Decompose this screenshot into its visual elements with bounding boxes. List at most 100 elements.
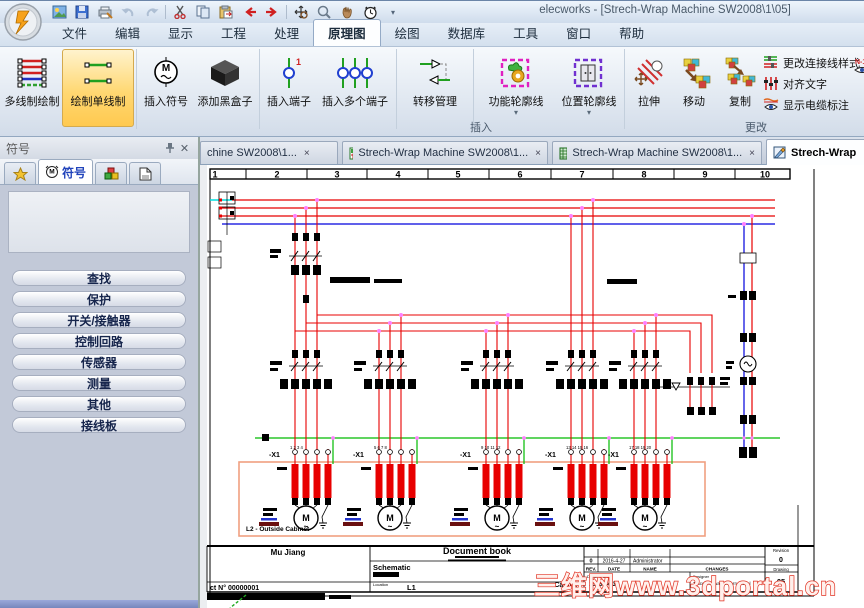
svg-text:-X1: -X1	[269, 452, 280, 459]
svg-text:N-1: N-1	[855, 59, 864, 66]
tab-favorites[interactable]	[4, 162, 36, 184]
singleline-draw-button[interactable]: 绘制单线制	[62, 49, 134, 127]
svg-text:Revision: Revision	[773, 548, 790, 553]
close-tab-icon[interactable]: ×	[304, 148, 310, 159]
doc-tab-1[interactable]: chine SW2008\1... ×	[200, 141, 338, 164]
forward-icon[interactable]	[263, 4, 281, 21]
svg-text:Location: Location	[373, 582, 388, 587]
tab-symbols[interactable]: M 符号	[38, 159, 94, 184]
menu-draw[interactable]: 绘图	[381, 20, 434, 46]
menu-schematic[interactable]: 原理图	[313, 19, 381, 46]
menu-file[interactable]: 文件	[48, 20, 101, 46]
function-outline-button[interactable]: 功能轮廓线 ▾	[476, 49, 556, 127]
print-icon[interactable]	[96, 4, 114, 21]
back-icon[interactable]	[240, 4, 258, 21]
move-button[interactable]: 移动	[671, 49, 717, 127]
menu-database[interactable]: 数据库	[434, 20, 500, 46]
clipped-ribbon-button[interactable]: N-1	[853, 56, 864, 116]
transfer-manage-button[interactable]: 转移管理	[399, 49, 471, 127]
black-box-icon	[207, 53, 243, 93]
svg-text:Administrator: Administrator	[633, 559, 663, 565]
close-panel-icon[interactable]: ✕	[177, 141, 192, 156]
terminal-icon: 1	[274, 53, 304, 93]
image-icon[interactable]	[50, 4, 68, 21]
menu-help[interactable]: 帮助	[605, 20, 658, 46]
menu-project[interactable]: 工程	[207, 20, 260, 46]
menu-window[interactable]: 窗口	[552, 20, 605, 46]
close-tab-icon[interactable]: ×	[535, 148, 541, 159]
tab-components[interactable]	[95, 162, 128, 184]
svg-text:Mu Jiang: Mu Jiang	[271, 548, 306, 557]
insert-terminal-button[interactable]: 1 插入端子	[262, 49, 316, 127]
timer-icon[interactable]	[361, 4, 379, 21]
svg-text:4: 4	[395, 170, 400, 180]
cut-icon[interactable]	[171, 4, 189, 21]
multiline-draw-button[interactable]: 多线制绘制	[2, 49, 62, 127]
doc-tab-3[interactable]: Strech-Wrap Machine SW2008\1... ×	[552, 141, 762, 164]
svg-text:M: M	[49, 169, 54, 176]
document-tab-bar: chine SW2008\1... × Strech-Wrap Machine …	[200, 137, 864, 165]
close-tab-icon[interactable]: ×	[749, 148, 755, 159]
svg-text:7: 7	[579, 170, 584, 180]
drawing-doc-icon	[773, 146, 786, 159]
category-control-circuit[interactable]: 控制回路	[12, 333, 186, 349]
ribbon-separator	[136, 49, 137, 129]
svg-text:3: 3	[334, 170, 339, 180]
copy-button[interactable]: 复制	[717, 49, 763, 127]
svg-text:-X1: -X1	[608, 452, 619, 459]
paste-icon[interactable]	[217, 4, 235, 21]
add-blackbox-button[interactable]: 添加黑盒子	[193, 49, 257, 127]
category-switch-contactor[interactable]: 开关/接触器	[12, 312, 186, 328]
show-cable-mark-button[interactable]: 显示电缆标注	[763, 96, 864, 113]
panel-bottom-strip	[0, 600, 198, 608]
menu-process[interactable]: 处理	[260, 20, 313, 46]
doc-tab-2[interactable]: Strech-Wrap Machine SW2008\1... ×	[342, 141, 548, 164]
function-outline-icon	[497, 53, 535, 93]
save-icon[interactable]	[73, 4, 91, 21]
svg-text:5: 5	[455, 170, 460, 180]
svg-text:6: 6	[517, 170, 522, 180]
svg-text:0: 0	[779, 557, 783, 564]
zoom-icon[interactable]	[315, 4, 333, 21]
symbol-panel: 符号 ✕ M 符号 查找 保护 开关/接触器 控制回路 传感器 测量 其他 接线…	[0, 137, 200, 608]
hand-icon[interactable]	[338, 4, 356, 21]
modify-small-buttons: 更改连接线样式 对齐文字 显示电缆标注	[763, 49, 864, 113]
category-other[interactable]: 其他	[12, 396, 186, 412]
menu-view[interactable]: 显示	[154, 20, 207, 46]
location-outline-button[interactable]: 位置轮廓线 ▾	[556, 49, 622, 127]
doc-tab-4-active[interactable]: Strech-Wrap	[766, 139, 864, 165]
svg-text:Schematic: Schematic	[373, 563, 411, 572]
menu-edit[interactable]: 编辑	[101, 20, 154, 46]
menu-tools[interactable]: 工具	[499, 20, 552, 46]
symbol-preview-box	[8, 191, 190, 253]
category-protection[interactable]: 保护	[12, 291, 186, 307]
change-wire-style-button[interactable]: 更改连接线样式	[763, 54, 864, 71]
svg-text:-X1: -X1	[460, 452, 471, 459]
app-logo-button[interactable]	[3, 2, 43, 42]
stretch-button[interactable]: 拉伸	[627, 49, 671, 127]
watermark: 三维网www.3dportal.cn	[534, 571, 837, 601]
dropdown-arrow-icon[interactable]: ▾	[587, 109, 591, 117]
undo-icon[interactable]	[119, 4, 137, 21]
menu-bar: 文件 编辑 显示 工程 处理 原理图 绘图 数据库 工具 窗口 帮助	[0, 19, 864, 47]
schematic-canvas[interactable]: 1 2 3 4 5 6 7 8 9 10 -X1 -X1 -X1 -X1 -X1…	[200, 165, 864, 608]
insert-symbol-button[interactable]: M 插入符号	[139, 49, 193, 127]
move-icon	[676, 53, 712, 93]
category-terminal-strip[interactable]: 接线板	[12, 417, 186, 433]
svg-text:13 14 15 16: 13 14 15 16	[566, 445, 589, 450]
redo-icon[interactable]	[142, 4, 160, 21]
category-find[interactable]: 查找	[12, 270, 186, 286]
svg-text:17 18 19 20: 17 18 19 20	[629, 445, 652, 450]
more-toolbar-icon[interactable]: ▾	[384, 4, 402, 21]
pan-zoom-icon[interactable]	[292, 4, 310, 21]
align-text-button[interactable]: 对齐文字	[763, 75, 864, 92]
tab-document[interactable]	[129, 162, 162, 184]
dropdown-arrow-icon[interactable]: ▾	[514, 109, 518, 117]
category-measure[interactable]: 测量	[12, 375, 186, 391]
star-icon	[12, 166, 28, 181]
group-label-modify: 更改	[745, 122, 767, 134]
insert-multi-terminal-button[interactable]: 插入多个端子	[316, 49, 394, 127]
pin-icon[interactable]	[162, 141, 177, 156]
category-sensor[interactable]: 传感器	[12, 354, 186, 370]
copy-icon[interactable]	[194, 4, 212, 21]
